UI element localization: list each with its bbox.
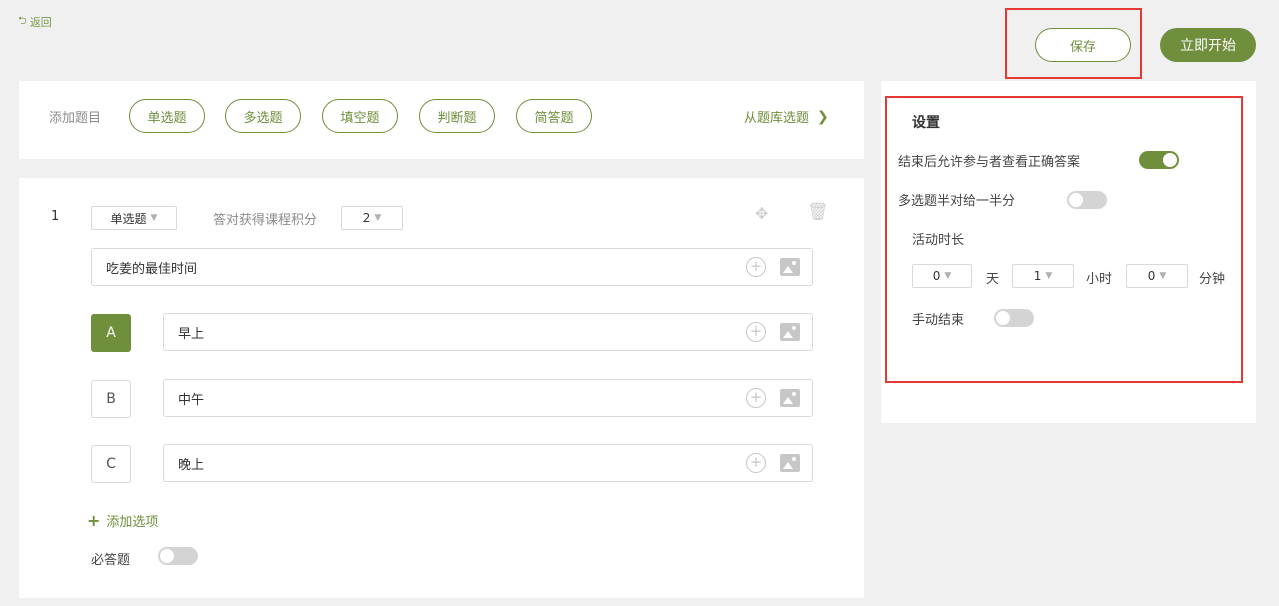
minutes-select[interactable]: 0 ▼ <box>1126 264 1188 288</box>
minutes-value: 0 <box>1147 269 1156 283</box>
image-icon[interactable] <box>780 258 800 276</box>
required-toggle[interactable] <box>158 547 198 565</box>
type-fill-blank-button[interactable]: 填空题 <box>322 99 398 133</box>
option-b-text: 中午 <box>178 392 205 408</box>
hours-unit: 小时 <box>1086 272 1113 287</box>
option-b-field[interactable]: 中午 + <box>163 379 813 417</box>
move-icon[interactable]: ✥ <box>755 204 768 223</box>
minutes-unit: 分钟 <box>1199 272 1226 287</box>
half-score-label: 多选题半对给一半分 <box>898 194 1016 209</box>
half-score-toggle[interactable] <box>1067 191 1107 209</box>
hours-value: 1 <box>1033 269 1042 283</box>
type-short-answer-button[interactable]: 简答题 <box>516 99 592 133</box>
question-title-text: 吃姜的最佳时间 <box>106 261 198 277</box>
type-true-false-button[interactable]: 判断题 <box>419 99 495 133</box>
caret-down-icon: ▼ <box>1159 271 1167 281</box>
points-label: 答对获得课程积分 <box>213 213 318 228</box>
days-select[interactable]: 0 ▼ <box>912 264 972 288</box>
option-b-marker[interactable]: B <box>91 380 131 418</box>
caret-down-icon: ▼ <box>150 213 158 223</box>
start-now-button[interactable]: 立即开始 <box>1160 28 1256 62</box>
option-c-marker[interactable]: C <box>91 445 131 483</box>
show-answers-label: 结束后允许参与者查看正确答案 <box>898 155 1081 170</box>
duration-label: 活动时长 <box>912 233 965 248</box>
from-bank-label: 从题库选题 <box>744 111 810 126</box>
question-type-value: 单选题 <box>110 211 147 226</box>
required-label: 必答题 <box>91 553 131 568</box>
option-c-text: 晚上 <box>178 457 205 473</box>
chevron-right-icon: ❯ <box>817 108 829 125</box>
manual-end-label: 手动结束 <box>912 313 965 328</box>
points-select[interactable]: 2 ▼ <box>341 206 403 230</box>
add-circle-icon[interactable]: + <box>746 257 766 277</box>
back-label: 返回 <box>29 15 52 29</box>
add-circle-icon[interactable]: + <box>746 322 766 342</box>
type-multiple-choice-button[interactable]: 多选题 <box>225 99 301 133</box>
question-card: 1 单选题 ▼ 答对获得课程积分 2 ▼ ✥ 🗑 吃姜的最佳时间 + A 早上 … <box>19 178 864 598</box>
settings-title: 设置 <box>912 115 940 131</box>
caret-down-icon: ▼ <box>1045 271 1053 281</box>
days-unit: 天 <box>986 272 1000 287</box>
days-value: 0 <box>932 269 941 283</box>
option-a-field[interactable]: 早上 + <box>163 313 813 351</box>
save-button[interactable]: 保存 <box>1035 28 1131 62</box>
trash-icon[interactable]: 🗑 <box>807 202 829 222</box>
hours-select[interactable]: 1 ▼ <box>1012 264 1074 288</box>
add-circle-icon[interactable]: + <box>746 453 766 473</box>
add-option-button[interactable]: + 添加选项 <box>87 511 158 530</box>
option-a-marker[interactable]: A <box>91 314 131 352</box>
question-title-field[interactable]: 吃姜的最佳时间 + <box>91 248 813 286</box>
option-c-field[interactable]: 晚上 + <box>163 444 813 482</box>
type-single-choice-button[interactable]: 单选题 <box>129 99 205 133</box>
add-question-bar: 添加题目 单选题 多选题 填空题 判断题 简答题 从题库选题 ❯ <box>19 81 864 159</box>
add-option-label: 添加选项 <box>106 515 159 530</box>
add-question-label: 添加题目 <box>49 111 102 126</box>
settings-card: 设置 结束后允许参与者查看正确答案 多选题半对给一半分 活动时长 0 ▼ 天 1… <box>881 81 1256 423</box>
image-icon[interactable] <box>780 389 800 407</box>
back-arrow-icon: ⮌ <box>18 14 27 27</box>
caret-down-icon: ▼ <box>944 271 952 281</box>
image-icon[interactable] <box>780 323 800 341</box>
question-number: 1 <box>51 209 60 224</box>
plus-icon: + <box>87 511 101 530</box>
question-type-select[interactable]: 单选题 ▼ <box>91 206 177 230</box>
manual-end-toggle[interactable] <box>994 309 1034 327</box>
points-value: 2 <box>362 211 371 225</box>
back-link[interactable]: ⮌ 返回 <box>18 12 52 31</box>
caret-down-icon: ▼ <box>374 213 382 223</box>
add-circle-icon[interactable]: + <box>746 388 766 408</box>
show-answers-toggle[interactable] <box>1139 151 1179 169</box>
image-icon[interactable] <box>780 454 800 472</box>
option-a-text: 早上 <box>178 326 205 342</box>
from-bank-link[interactable]: 从题库选题 ❯ <box>744 107 829 127</box>
